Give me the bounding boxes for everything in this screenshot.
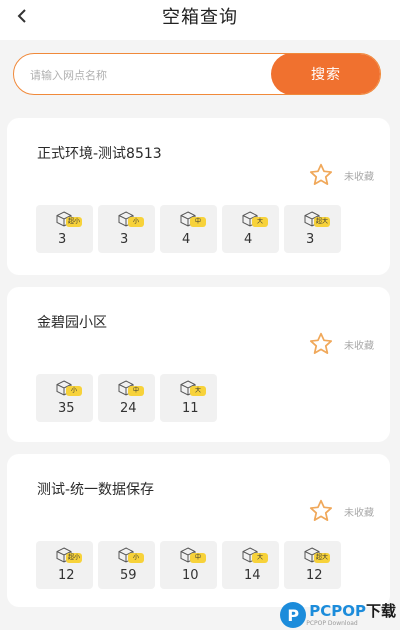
pcpop-logo-icon: P <box>280 602 307 628</box>
box-list: 小 35 中 24 大 11 <box>36 374 222 422</box>
box-item: 大 14 <box>222 541 279 589</box>
size-badge: 大 <box>190 386 206 396</box>
box-item: 中 24 <box>98 374 155 422</box>
size-badge: 超大 <box>314 217 331 227</box>
search-bar: 搜索 <box>13 53 381 95</box>
box-item: 超小 12 <box>36 541 93 589</box>
box-count: 4 <box>182 232 191 247</box>
box-count: 12 <box>306 568 323 583</box>
box-count: 3 <box>58 232 67 247</box>
watermark-text: PCPOP下载 <box>309 601 396 620</box>
box-list: 超小 3 小 3 中 4 大 4 超大 3 <box>36 205 346 253</box>
site-watermark: P PCPOP下载 PCPOP Download <box>280 602 396 628</box>
favorite-toggle[interactable]: 未收藏 <box>308 498 374 524</box>
favorite-toggle[interactable]: 未收藏 <box>308 162 374 188</box>
size-badge: 小 <box>128 553 144 563</box>
page-title: 空箱查询 <box>162 7 238 28</box>
favorite-label: 未收藏 <box>344 171 374 183</box>
box-item: 小 3 <box>98 205 155 253</box>
box-count: 4 <box>244 232 253 247</box>
box-count: 14 <box>244 568 261 583</box>
watermark-subtext: PCPOP Download <box>306 619 358 627</box>
size-badge: 超小 <box>66 553 83 563</box>
box-count: 10 <box>182 568 199 583</box>
box-item: 超大 3 <box>284 205 341 253</box>
box-item: 小 35 <box>36 374 93 422</box>
box-item: 小 59 <box>98 541 155 589</box>
box-count: 24 <box>120 401 137 416</box>
station-name: 金碧园小区 <box>37 315 107 331</box>
box-count: 35 <box>58 401 75 416</box>
search-input[interactable] <box>28 54 272 94</box>
star-icon <box>309 499 333 521</box>
box-count: 11 <box>182 401 199 416</box>
station-card[interactable]: 金碧园小区 未收藏 小 35 中 24 大 11 <box>7 287 390 442</box>
station-card[interactable]: 测试-统一数据保存 未收藏 超小 12 小 59 中 10 大 14 超大 12 <box>7 454 390 607</box>
box-count: 12 <box>58 568 75 583</box>
box-item: 超大 12 <box>284 541 341 589</box>
box-item: 大 4 <box>222 205 279 253</box>
size-badge: 大 <box>252 217 268 227</box>
box-list: 超小 12 小 59 中 10 大 14 超大 12 <box>36 541 346 589</box>
size-badge: 小 <box>128 217 144 227</box>
size-badge: 中 <box>128 386 144 396</box>
size-badge: 小 <box>66 386 82 396</box>
box-item: 大 11 <box>160 374 217 422</box>
size-badge: 大 <box>252 553 268 563</box>
station-name: 测试-统一数据保存 <box>37 482 155 498</box>
favorite-label: 未收藏 <box>344 507 374 519</box>
search-button[interactable]: 搜索 <box>271 54 380 94</box>
favorite-label: 未收藏 <box>344 340 374 352</box>
top-bar: 空箱查询 <box>0 0 400 40</box>
box-item: 中 4 <box>160 205 217 253</box>
station-card[interactable]: 正式环境-测试8513 未收藏 超小 3 小 3 中 4 大 4 超大 3 <box>7 118 390 275</box>
star-icon <box>309 163 333 185</box>
size-badge: 超小 <box>66 217 83 227</box>
station-name: 正式环境-测试8513 <box>37 146 162 162</box>
size-badge: 中 <box>190 217 206 227</box>
box-item: 超小 3 <box>36 205 93 253</box>
size-badge: 中 <box>190 553 206 563</box>
box-count: 3 <box>306 232 315 247</box>
star-icon <box>309 332 333 354</box>
size-badge: 超大 <box>314 553 331 563</box>
box-item: 中 10 <box>160 541 217 589</box>
box-count: 3 <box>120 232 129 247</box>
box-count: 59 <box>120 568 137 583</box>
favorite-toggle[interactable]: 未收藏 <box>308 331 374 357</box>
